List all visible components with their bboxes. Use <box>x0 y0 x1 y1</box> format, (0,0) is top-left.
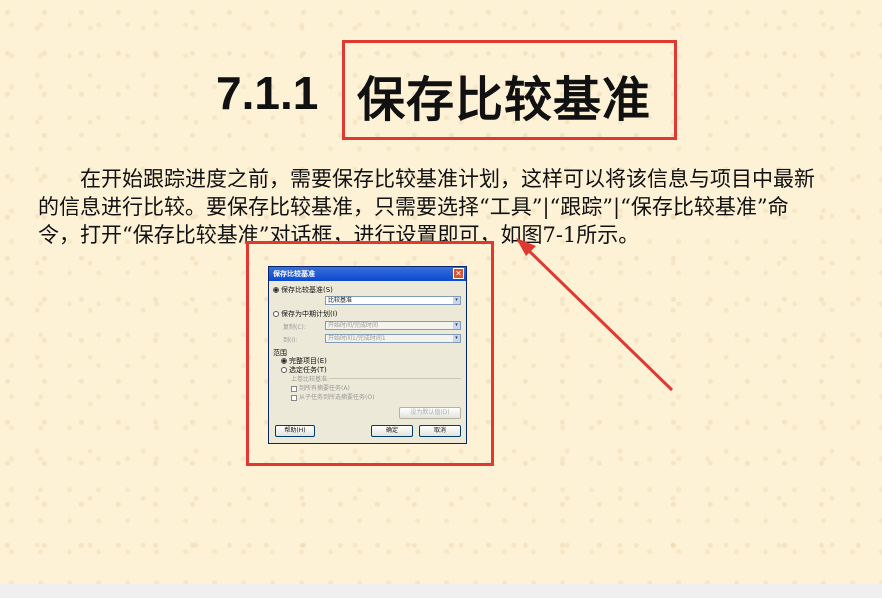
arrow-line <box>522 244 674 392</box>
annotation-arrow <box>516 238 674 392</box>
